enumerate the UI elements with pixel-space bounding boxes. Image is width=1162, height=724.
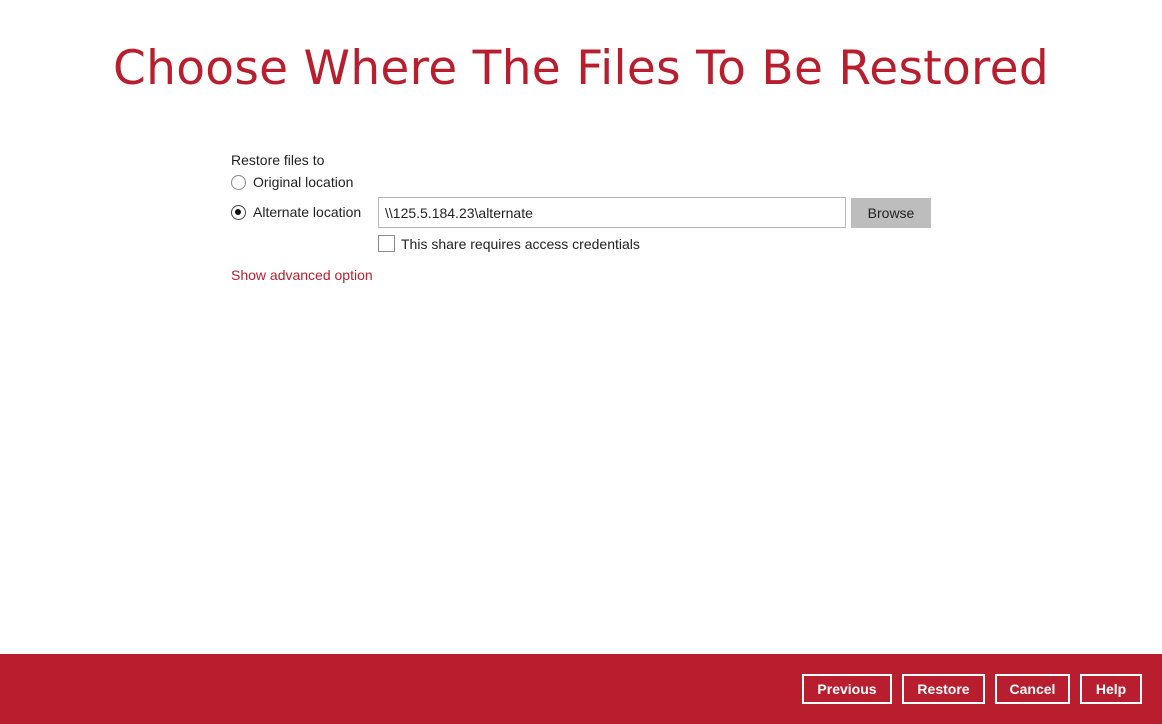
credentials-option[interactable]: This share requires access credentials [378, 235, 640, 252]
cancel-button[interactable]: Cancel [995, 674, 1070, 704]
restore-files-to-label: Restore files to [231, 152, 325, 168]
credentials-checkbox[interactable] [378, 235, 395, 252]
original-location-radio[interactable] [231, 174, 246, 190]
previous-button[interactable]: Previous [802, 674, 892, 704]
credentials-label[interactable]: This share requires access credentials [401, 236, 640, 252]
original-location-option[interactable]: Original location [231, 174, 353, 190]
restore-button[interactable]: Restore [902, 674, 985, 704]
show-advanced-option-link[interactable]: Show advanced option [231, 267, 373, 283]
footer-bar: Previous Restore Cancel Help [0, 654, 1162, 724]
alternate-location-radio[interactable] [231, 204, 246, 220]
help-button[interactable]: Help [1080, 674, 1142, 704]
alternate-location-option[interactable]: Alternate location [231, 204, 361, 220]
alternate-location-label[interactable]: Alternate location [253, 204, 361, 220]
original-location-label[interactable]: Original location [253, 174, 353, 190]
browse-button[interactable]: Browse [851, 198, 931, 228]
page-title: Choose Where The Files To Be Restored [113, 41, 1049, 96]
alternate-path-input[interactable] [378, 197, 846, 228]
